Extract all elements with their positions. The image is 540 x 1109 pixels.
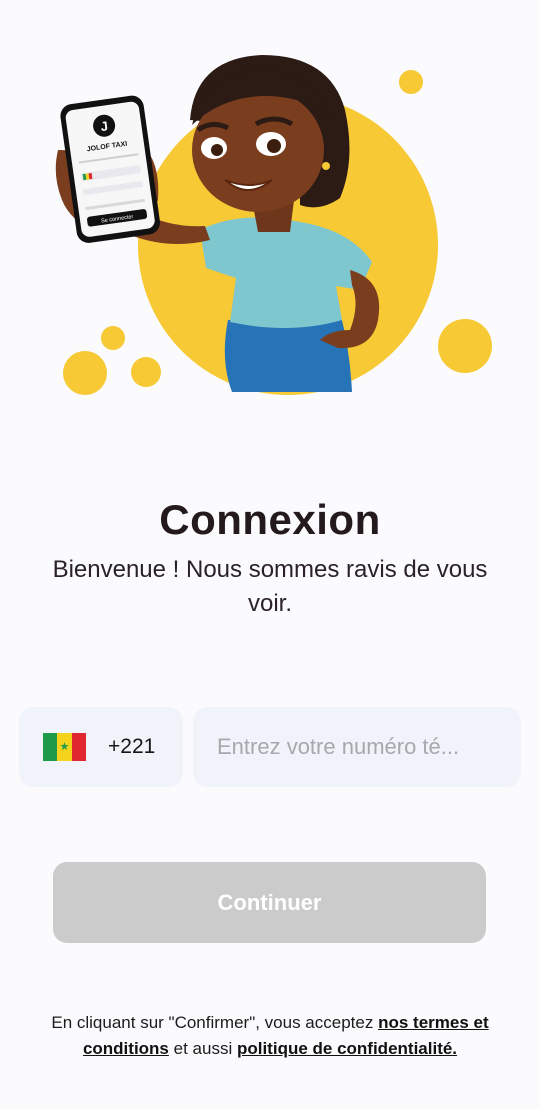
senegal-flag-icon: ★ <box>43 733 86 761</box>
decor-dot <box>101 326 125 350</box>
terms-middle: et aussi <box>173 1039 233 1058</box>
welcome-subtitle: Bienvenue ! Nous sommes ravis de vous vo… <box>52 556 488 617</box>
decor-dot <box>399 70 423 94</box>
continue-button[interactable]: Continuer <box>53 862 486 943</box>
phone-number-field[interactable] <box>193 707 521 787</box>
privacy-policy-link[interactable]: politique de confidentialité. <box>237 1039 457 1058</box>
page-title: Connexion <box>159 496 381 543</box>
decor-dot <box>63 351 107 395</box>
dial-code: +221 <box>108 735 156 758</box>
hero-illustration: J JOLOF TAXI Se connecter <box>55 55 492 395</box>
terms-notice: En cliquant sur "Confirmer", vous accept… <box>40 1010 500 1062</box>
phone-mockup: J JOLOF TAXI Se connecter <box>60 95 161 243</box>
phone-number-input[interactable] <box>215 733 509 761</box>
decor-dot <box>438 319 492 373</box>
country-code-selector[interactable]: ★ +221 <box>19 707 183 787</box>
terms-prefix: En cliquant sur "Confirmer", vous accept… <box>51 1013 374 1032</box>
decor-dot <box>131 357 161 387</box>
